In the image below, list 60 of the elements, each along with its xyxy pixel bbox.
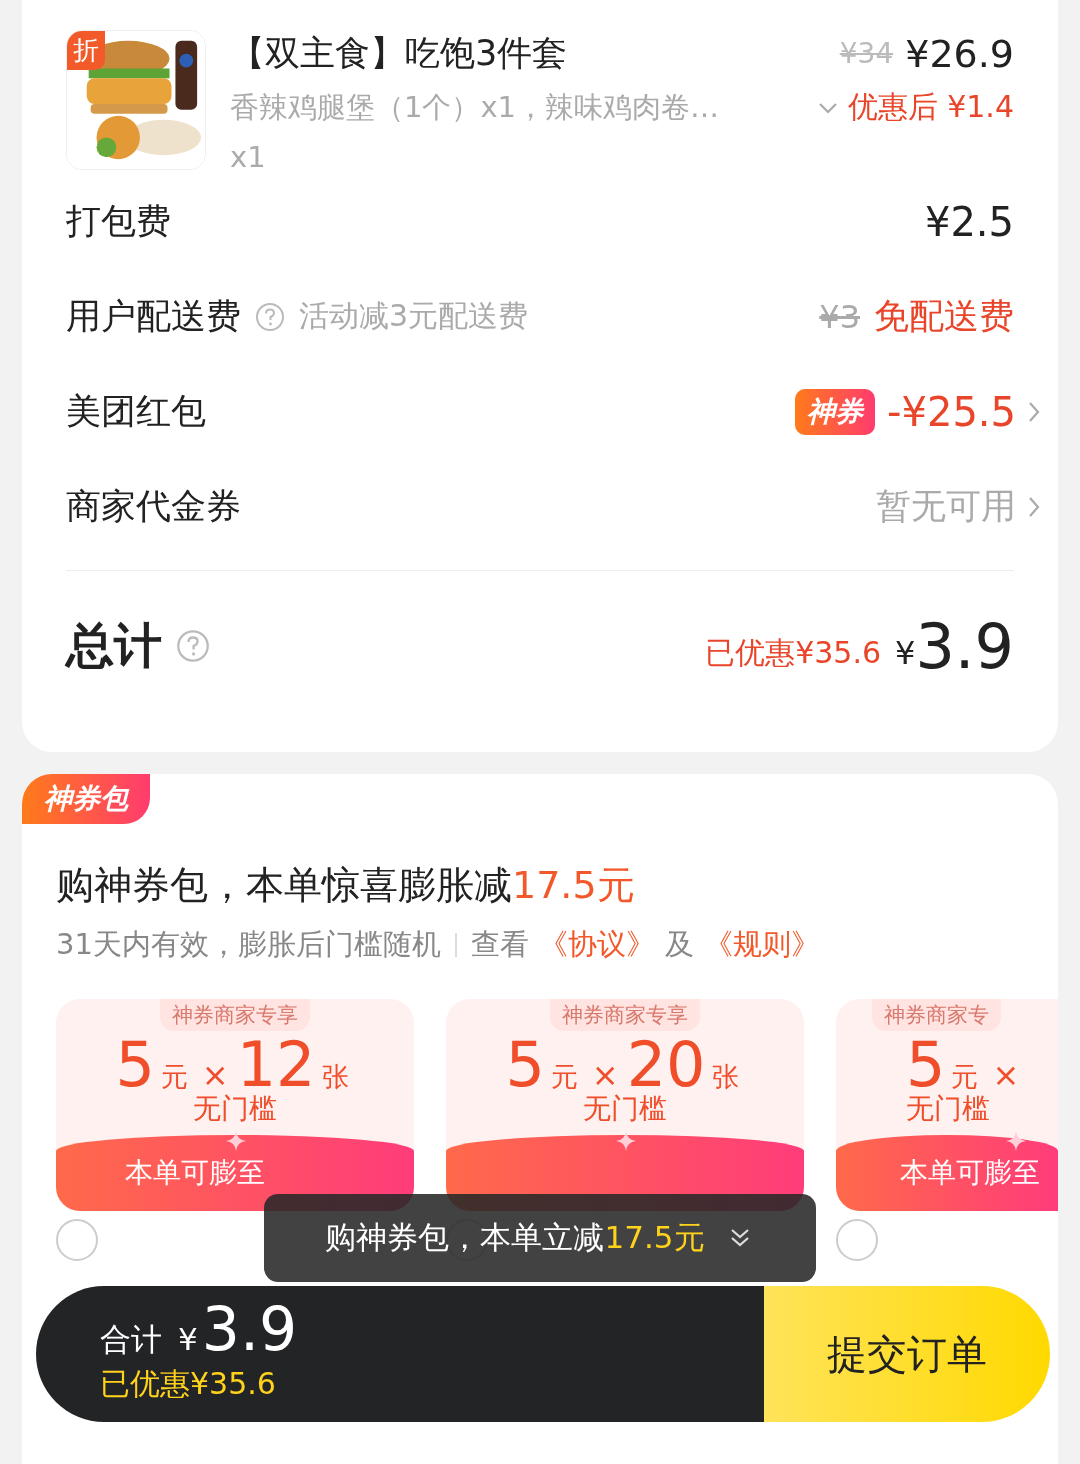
- and-text: 及: [664, 926, 694, 963]
- coupon-unit: 元: [951, 1060, 979, 1094]
- fee-label: 用户配送费: [66, 295, 241, 338]
- submit-order-button[interactable]: 提交订单: [764, 1286, 1050, 1422]
- view-text: 查看: [470, 926, 529, 963]
- coupon-tag: 神券: [795, 388, 876, 435]
- fee-value: 暂无可用: [876, 485, 1016, 528]
- original-fee: ¥3: [819, 297, 860, 336]
- item-price: ¥26.9: [905, 31, 1014, 76]
- discounted-price: 优惠后 ¥1.4: [847, 88, 1014, 126]
- item-name: 【双主食】吃饱3件套: [230, 32, 569, 75]
- chevron-down-icon[interactable]: [817, 101, 838, 114]
- help-icon[interactable]: [255, 301, 285, 332]
- chevron-right-icon[interactable]: [1028, 400, 1040, 423]
- total-label: 合计: [100, 1320, 162, 1359]
- count-unit: 张: [711, 1060, 739, 1094]
- total-amount: 3.9: [915, 609, 1014, 683]
- coupon-amount: 5: [505, 1031, 545, 1100]
- help-icon[interactable]: [176, 629, 210, 663]
- agreement-link[interactable]: 《协议》: [538, 925, 655, 965]
- fee-value: -¥25.5: [887, 388, 1016, 435]
- fee-label: 商家代金券: [66, 485, 241, 528]
- fee-note: 活动减3元配送费: [299, 297, 529, 335]
- rules-link[interactable]: 《规则》: [703, 925, 820, 965]
- sparkle-icon: [226, 1131, 246, 1151]
- item-quantity: x1: [230, 140, 266, 174]
- coupon-pack-badge: 神券包: [22, 774, 150, 824]
- currency-sign: ¥: [178, 1321, 198, 1357]
- total-amount: 3.9: [201, 1296, 298, 1362]
- total-savings: 已优惠¥35.6: [100, 1365, 277, 1403]
- coupon-tag: 神券商家专享: [160, 999, 310, 1031]
- fee-value: ¥2.5: [924, 198, 1014, 245]
- discount-badge: 折: [67, 31, 105, 70]
- pack-headline: 购神券包，本单惊喜膨胀减17.5元: [56, 862, 636, 909]
- coupon-unit: 元: [550, 1060, 578, 1094]
- coupon-amount: 5: [115, 1031, 155, 1100]
- total-savings: 已优惠¥35.6: [705, 633, 882, 672]
- coupon-footer-text: 本单可膨至: [900, 1155, 1040, 1191]
- count-unit: 张: [321, 1060, 349, 1094]
- original-price: ¥34: [839, 37, 894, 70]
- times-sign: ×: [591, 1056, 619, 1094]
- chevron-right-icon[interactable]: [1028, 495, 1040, 518]
- savings-toast: 购神券包，本单立减17.5元: [264, 1194, 816, 1282]
- fee-label: 打包费: [66, 200, 171, 243]
- fee-value: 免配送费: [874, 295, 1014, 338]
- sparkle-icon: [616, 1131, 636, 1151]
- radio-button[interactable]: [836, 1219, 878, 1261]
- fee-label: 美团红包: [66, 390, 206, 433]
- item-description: 香辣鸡腿堡（1个）x1，辣味鸡肉卷…: [230, 88, 721, 126]
- coupon-footer-text: 本单可膨至: [125, 1155, 265, 1191]
- sparkle-icon: [1006, 1131, 1026, 1151]
- radio-button[interactable]: [56, 1219, 98, 1261]
- coupon-tag: 神券商家专享: [550, 999, 700, 1031]
- currency-sign: ¥: [895, 634, 916, 672]
- times-sign: ×: [201, 1056, 229, 1094]
- coupon-tag: 神券商家专: [872, 999, 1001, 1031]
- times-sign: ×: [992, 1056, 1020, 1094]
- validity-text: 31天内有效，膨胀后门槛随机: [56, 926, 441, 963]
- coupon-unit: 元: [160, 1060, 188, 1094]
- total-label: 总计: [66, 616, 162, 675]
